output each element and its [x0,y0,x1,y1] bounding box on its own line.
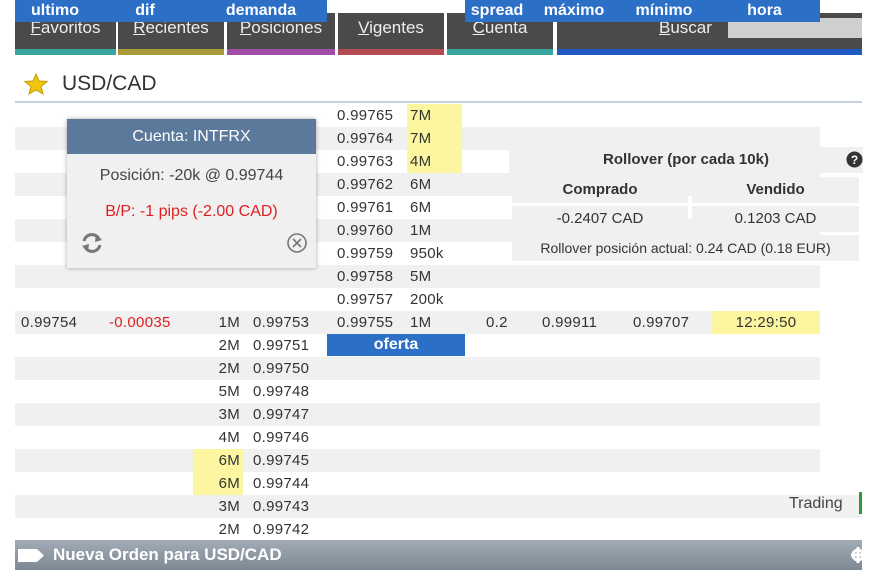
rollover-bought-value: -0.2407 CAD [512,206,688,232]
header-dif: dif [95,0,195,22]
offer-size[interactable]: 5M [410,265,431,288]
popup-header: Cuenta: INTFRX [67,119,316,154]
popup-position: Posición: -20k @ 0.99744 [99,167,284,184]
offer-price[interactable]: 0.99763 [337,150,393,173]
bid-size[interactable]: 6M [193,449,243,472]
bid-price[interactable]: 0.99747 [253,403,309,426]
nav-tab-underline [338,49,444,55]
offer-price[interactable]: 0.99758 [337,265,393,288]
header-hora: hora [709,0,820,22]
bid-price[interactable]: 0.99743 [253,495,309,518]
title-divider [15,101,862,103]
favorite-star-icon[interactable] [24,73,48,95]
tag-arrow-icon [18,549,44,562]
search-tab-underline [557,49,862,55]
header-minimo: mínimo [619,0,709,22]
offer-size[interactable]: 6M [410,196,431,219]
bid-size[interactable]: 6M [193,472,243,495]
bid-price[interactable]: 0.99748 [253,380,309,403]
offer-size[interactable]: 950k [410,242,444,265]
offer-size[interactable]: 6M [410,173,431,196]
offer-size[interactable]: 1M [410,219,431,242]
offer-size[interactable]: 7M [407,104,462,127]
bid-size[interactable]: 3M [193,403,243,426]
bid-price[interactable]: 0.99744 [253,472,309,495]
offer-size[interactable]: 7M [407,127,462,150]
rollover-panel: Rollover (por cada 10k) Comprado Vendido… [509,147,863,262]
quote-maximo: 0.99911 [542,314,598,331]
table-row [15,472,820,495]
bid-size[interactable]: 2M [193,334,243,357]
trading-label: Trading [789,495,843,512]
popup-pl: B/P: -1 pips (-2.00 CAD) [105,203,278,220]
offer-price[interactable]: 0.99764 [337,127,393,150]
quote-dif: -0.00035 [109,314,171,331]
offer-price[interactable]: 0.99761 [337,196,393,219]
bid-size[interactable]: 5M [193,380,243,403]
bid-price[interactable]: 0.99742 [253,518,309,541]
trading-indicator [859,492,862,514]
quote-spread: 0.2 [486,314,508,331]
offer-price[interactable]: 0.99755 [337,311,393,334]
offer-price[interactable]: 0.99760 [337,219,393,242]
bid-price[interactable]: 0.99750 [253,357,309,380]
nav-tab-underline [227,49,335,55]
close-icon[interactable] [286,232,308,254]
refresh-icon[interactable] [79,231,105,255]
nav-tab-label: igentes [369,18,424,37]
rollover-bought-label: Comprado [512,177,688,203]
offer-price[interactable]: 0.99762 [337,173,393,196]
header-ultimo: ultimo [15,0,95,22]
rollover-current: Rollover posición actual: 0.24 CAD (0.18… [512,235,859,261]
help-icon[interactable]: ? [846,151,863,168]
header-spread: spread [465,0,529,22]
table-row [15,403,820,426]
page-title: USD/CAD [62,72,157,95]
header-maximo: máximo [529,0,619,22]
bid-price[interactable]: 0.99746 [253,426,309,449]
table-row [15,426,820,449]
new-order-label: Nueva Orden para USD/CAD [53,545,282,564]
gear-icon[interactable] [849,547,862,563]
nav-tab-underline [447,49,553,55]
header-oferta: oferta [327,334,465,356]
rollover-sold-label: Vendido [692,177,859,203]
offer-price[interactable]: 0.99759 [337,242,393,265]
nav-tab-accesskey: V [358,18,370,37]
bid-size[interactable]: 2M [193,518,243,541]
offer-price[interactable]: 0.99757 [337,288,393,311]
offer-size[interactable]: 200k [410,288,444,311]
table-row [15,518,862,541]
offer-size[interactable]: 1M [410,311,431,334]
quote-minimo: 0.99707 [633,314,690,331]
new-order-bar[interactable]: Nueva Orden para USD/CAD [15,540,862,570]
table-row [15,495,862,518]
nav-tab-underline [118,49,224,55]
header-demanda: demanda [195,0,327,22]
quote-ultimo: 0.99754 [21,314,78,331]
bid-size[interactable]: 4M [193,426,243,449]
account-popup: Cuenta: INTFRX Posición: -20k @ 0.99744 … [67,119,316,268]
table-row [15,380,820,403]
bid-price[interactable]: 0.99751 [253,334,309,357]
bid-price[interactable]: 0.99745 [253,449,309,472]
table-row [15,449,820,472]
bid-size[interactable]: 1M [193,311,243,334]
bid-size[interactable]: 2M [193,357,243,380]
rollover-title: Rollover (por cada 10k) [509,147,863,173]
bid-price[interactable]: 0.99753 [253,311,309,334]
offer-size[interactable]: 4M [407,150,462,173]
nav-tab-vigentes[interactable]: Vigentes [338,13,444,55]
rollover-sold-value: 0.1203 CAD [692,206,859,232]
quote-hora: 12:29:50 [712,311,820,334]
svg-text:?: ? [851,153,858,167]
nav-tab-underline [15,49,116,55]
offer-price[interactable]: 0.99765 [337,104,393,127]
bid-size[interactable]: 3M [193,495,243,518]
table-row [15,357,820,380]
